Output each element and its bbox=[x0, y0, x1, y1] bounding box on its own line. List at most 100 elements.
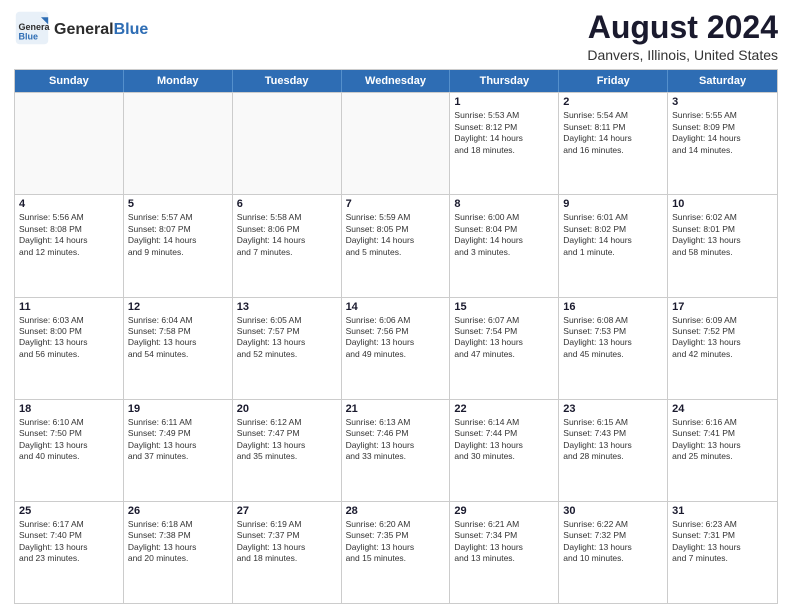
day-info: Sunrise: 6:10 AM Sunset: 7:50 PM Dayligh… bbox=[19, 417, 119, 463]
day-info: Sunrise: 6:07 AM Sunset: 7:54 PM Dayligh… bbox=[454, 315, 554, 361]
month-year: August 2024 bbox=[587, 10, 778, 45]
header-day-sunday: Sunday bbox=[15, 70, 124, 92]
calendar-cell: 1 Sunrise: 5:53 AM Sunset: 8:12 PM Daylig… bbox=[450, 93, 559, 194]
day-number: 8 bbox=[454, 198, 554, 210]
calendar-cell: 2 Sunrise: 5:54 AM Sunset: 8:11 PM Daylig… bbox=[559, 93, 668, 194]
day-number: 9 bbox=[563, 198, 663, 210]
calendar-cell: 20 Sunrise: 6:12 AM Sunset: 7:47 PM Dayli… bbox=[233, 400, 342, 501]
day-info: Sunrise: 6:09 AM Sunset: 7:52 PM Dayligh… bbox=[672, 315, 773, 361]
header-day-thursday: Thursday bbox=[450, 70, 559, 92]
logo-blue-text: Blue bbox=[114, 21, 149, 38]
day-number: 26 bbox=[128, 505, 228, 517]
calendar-cell: 11 Sunrise: 6:03 AM Sunset: 8:00 PM Dayli… bbox=[15, 298, 124, 399]
location: Danvers, Illinois, United States bbox=[587, 47, 778, 63]
calendar-cell bbox=[233, 93, 342, 194]
calendar: SundayMondayTuesdayWednesdayThursdayFrid… bbox=[14, 69, 778, 604]
calendar-cell: 16Sunrise: 6:08 AM Sunset: 7:53 PM Dayli… bbox=[559, 298, 668, 399]
day-info: Sunrise: 6:02 AM Sunset: 8:01 PM Dayligh… bbox=[672, 212, 773, 258]
day-info: Sunrise: 6:16 AM Sunset: 7:41 PM Dayligh… bbox=[672, 417, 773, 463]
day-info: Sunrise: 6:12 AM Sunset: 7:47 PM Dayligh… bbox=[237, 417, 337, 463]
day-info: Sunrise: 6:17 AM Sunset: 7:40 PM Dayligh… bbox=[19, 519, 119, 565]
day-info: Sunrise: 6:00 AM Sunset: 8:04 PM Dayligh… bbox=[454, 212, 554, 258]
day-info: Sunrise: 6:21 AM Sunset: 7:34 PM Dayligh… bbox=[454, 519, 554, 565]
day-number: 7 bbox=[346, 198, 446, 210]
day-number: 2 bbox=[563, 96, 663, 108]
day-number: 1 bbox=[454, 96, 554, 108]
calendar-cell: 21Sunrise: 6:13 AM Sunset: 7:46 PM Dayli… bbox=[342, 400, 451, 501]
day-number: 3 bbox=[672, 96, 773, 108]
day-number: 30 bbox=[563, 505, 663, 517]
calendar-cell bbox=[342, 93, 451, 194]
day-number: 23 bbox=[563, 403, 663, 415]
day-number: 28 bbox=[346, 505, 446, 517]
day-number: 17 bbox=[672, 301, 773, 313]
day-info: Sunrise: 5:59 AM Sunset: 8:05 PM Dayligh… bbox=[346, 212, 446, 258]
page: General Blue GeneralBlue August 2024 Dan… bbox=[0, 0, 792, 612]
header-day-saturday: Saturday bbox=[668, 70, 777, 92]
day-info: Sunrise: 6:06 AM Sunset: 7:56 PM Dayligh… bbox=[346, 315, 446, 361]
calendar-cell bbox=[124, 93, 233, 194]
header-day-wednesday: Wednesday bbox=[342, 70, 451, 92]
day-number: 15 bbox=[454, 301, 554, 313]
day-info: Sunrise: 6:18 AM Sunset: 7:38 PM Dayligh… bbox=[128, 519, 228, 565]
day-number: 25 bbox=[19, 505, 119, 517]
day-info: Sunrise: 6:03 AM Sunset: 8:00 PM Dayligh… bbox=[19, 315, 119, 361]
calendar-cell: 25 Sunrise: 6:17 AM Sunset: 7:40 PM Dayli… bbox=[15, 502, 124, 603]
calendar-cell bbox=[15, 93, 124, 194]
calendar-cell: 6 Sunrise: 5:58 AM Sunset: 8:06 PM Daylig… bbox=[233, 195, 342, 296]
logo-general-text: General bbox=[54, 21, 114, 38]
day-number: 6 bbox=[237, 198, 337, 210]
day-number: 20 bbox=[237, 403, 337, 415]
calendar-row-1: 4 Sunrise: 5:56 AM Sunset: 8:08 PM Daylig… bbox=[15, 194, 777, 296]
day-number: 11 bbox=[19, 301, 119, 313]
calendar-cell: 10 Sunrise: 6:02 AM Sunset: 8:01 PM Dayli… bbox=[668, 195, 777, 296]
calendar-cell: 9Sunrise: 6:01 AM Sunset: 8:02 PM Daylig… bbox=[559, 195, 668, 296]
day-info: Sunrise: 5:57 AM Sunset: 8:07 PM Dayligh… bbox=[128, 212, 228, 258]
day-info: Sunrise: 6:20 AM Sunset: 7:35 PM Dayligh… bbox=[346, 519, 446, 565]
svg-text:General: General bbox=[19, 22, 51, 32]
calendar-cell: 5Sunrise: 5:57 AM Sunset: 8:07 PM Daylig… bbox=[124, 195, 233, 296]
calendar-row-0: 1 Sunrise: 5:53 AM Sunset: 8:12 PM Daylig… bbox=[15, 92, 777, 194]
calendar-cell: 19Sunrise: 6:11 AM Sunset: 7:49 PM Dayli… bbox=[124, 400, 233, 501]
day-number: 19 bbox=[128, 403, 228, 415]
day-info: Sunrise: 6:15 AM Sunset: 7:43 PM Dayligh… bbox=[563, 417, 663, 463]
header-day-tuesday: Tuesday bbox=[233, 70, 342, 92]
day-info: Sunrise: 6:05 AM Sunset: 7:57 PM Dayligh… bbox=[237, 315, 337, 361]
calendar-row-2: 11 Sunrise: 6:03 AM Sunset: 8:00 PM Dayli… bbox=[15, 297, 777, 399]
logo: General Blue GeneralBlue bbox=[14, 10, 148, 46]
calendar-cell: 22Sunrise: 6:14 AM Sunset: 7:44 PM Dayli… bbox=[450, 400, 559, 501]
calendar-cell: 7 Sunrise: 5:59 AM Sunset: 8:05 PM Daylig… bbox=[342, 195, 451, 296]
calendar-cell: 4 Sunrise: 5:56 AM Sunset: 8:08 PM Daylig… bbox=[15, 195, 124, 296]
day-number: 13 bbox=[237, 301, 337, 313]
day-info: Sunrise: 5:56 AM Sunset: 8:08 PM Dayligh… bbox=[19, 212, 119, 258]
day-number: 16 bbox=[563, 301, 663, 313]
day-number: 24 bbox=[672, 403, 773, 415]
calendar-cell: 31Sunrise: 6:23 AM Sunset: 7:31 PM Dayli… bbox=[668, 502, 777, 603]
calendar-cell: 24 Sunrise: 6:16 AM Sunset: 7:41 PM Dayli… bbox=[668, 400, 777, 501]
day-info: Sunrise: 5:58 AM Sunset: 8:06 PM Dayligh… bbox=[237, 212, 337, 258]
day-info: Sunrise: 5:55 AM Sunset: 8:09 PM Dayligh… bbox=[672, 110, 773, 156]
calendar-body: 1 Sunrise: 5:53 AM Sunset: 8:12 PM Daylig… bbox=[15, 92, 777, 603]
day-number: 27 bbox=[237, 505, 337, 517]
logo-area: General Blue GeneralBlue bbox=[14, 10, 148, 46]
day-number: 18 bbox=[19, 403, 119, 415]
calendar-cell: 27 Sunrise: 6:19 AM Sunset: 7:37 PM Dayli… bbox=[233, 502, 342, 603]
day-number: 10 bbox=[672, 198, 773, 210]
title-area: August 2024 Danvers, Illinois, United St… bbox=[587, 10, 778, 63]
calendar-cell: 18 Sunrise: 6:10 AM Sunset: 7:50 PM Dayli… bbox=[15, 400, 124, 501]
day-info: Sunrise: 6:19 AM Sunset: 7:37 PM Dayligh… bbox=[237, 519, 337, 565]
calendar-row-4: 25 Sunrise: 6:17 AM Sunset: 7:40 PM Dayli… bbox=[15, 501, 777, 603]
calendar-cell: 12Sunrise: 6:04 AM Sunset: 7:58 PM Dayli… bbox=[124, 298, 233, 399]
day-info: Sunrise: 5:53 AM Sunset: 8:12 PM Dayligh… bbox=[454, 110, 554, 156]
calendar-cell: 14Sunrise: 6:06 AM Sunset: 7:56 PM Dayli… bbox=[342, 298, 451, 399]
day-number: 31 bbox=[672, 505, 773, 517]
day-info: Sunrise: 5:54 AM Sunset: 8:11 PM Dayligh… bbox=[563, 110, 663, 156]
calendar-cell: 13 Sunrise: 6:05 AM Sunset: 7:57 PM Dayli… bbox=[233, 298, 342, 399]
day-number: 4 bbox=[19, 198, 119, 210]
calendar-header: SundayMondayTuesdayWednesdayThursdayFrid… bbox=[15, 70, 777, 92]
calendar-cell: 17 Sunrise: 6:09 AM Sunset: 7:52 PM Dayli… bbox=[668, 298, 777, 399]
svg-text:Blue: Blue bbox=[19, 32, 39, 42]
calendar-cell: 28 Sunrise: 6:20 AM Sunset: 7:35 PM Dayli… bbox=[342, 502, 451, 603]
header: General Blue GeneralBlue August 2024 Dan… bbox=[14, 10, 778, 63]
day-info: Sunrise: 6:22 AM Sunset: 7:32 PM Dayligh… bbox=[563, 519, 663, 565]
